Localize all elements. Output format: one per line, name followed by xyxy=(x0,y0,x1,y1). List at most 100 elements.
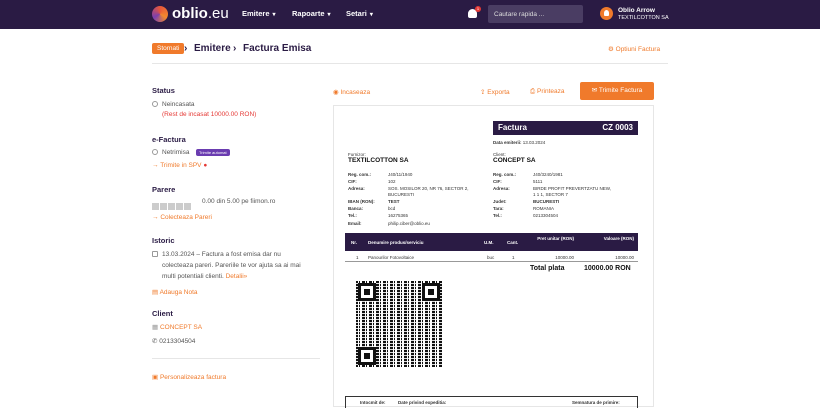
collect-reviews-link[interactable]: → Colecteaza Pareri xyxy=(152,214,212,221)
field-label: Tel.: xyxy=(348,213,357,218)
arrow-right-icon: → xyxy=(152,162,161,169)
email-icon: ✉ xyxy=(591,87,599,94)
client-name-link[interactable]: ▦ CONCEPT SA xyxy=(152,323,202,331)
field-value: BIRDE PROFIT PREVERTZATU NEW, xyxy=(533,186,612,191)
export-button[interactable]: ⇪ Exporta xyxy=(480,88,510,96)
chevron-down-icon: ▾ xyxy=(272,12,276,18)
notification-badge: 1 xyxy=(475,6,481,12)
table-cell: Panourilor Fotovoltaice xyxy=(368,255,415,260)
menu-setari[interactable]: Setari ▾ xyxy=(346,9,373,18)
supplier-name: TEXTILCOTTON SA xyxy=(348,157,409,164)
star-icon xyxy=(152,203,159,210)
efactura-title: e-Factura xyxy=(152,135,186,144)
column-header: Nr. xyxy=(351,240,358,245)
send-spv-link[interactable]: → Trimite in SPV ● xyxy=(152,162,207,169)
incaseaza-button[interactable]: ◉ Incaseaza xyxy=(333,88,370,96)
field-label: Email: xyxy=(348,221,362,226)
add-note-link[interactable]: ▤ Adauga Nota xyxy=(152,288,198,296)
logo[interactable]: oblio.eu xyxy=(172,5,229,22)
history-line-3: multi potentiali clienti. Detalii» xyxy=(162,273,248,280)
back-button[interactable]: Stornati xyxy=(152,43,185,54)
client-title: Client xyxy=(152,309,173,318)
invoice-header: Factura CZ 0003 xyxy=(493,121,638,135)
field-value: J40/11/1940 xyxy=(388,172,413,177)
field-label: Banca: xyxy=(348,206,364,211)
footer-shipping: Date privind expeditia: xyxy=(398,400,447,405)
personalize-invoice-link[interactable]: ▣ Personalizeaza factura xyxy=(152,373,226,381)
breadcrumb-emitere[interactable]: Emitere xyxy=(194,43,231,54)
print-icon: ⎙ xyxy=(530,88,538,95)
field-value: ROMANIA xyxy=(533,206,555,211)
top-navbar xyxy=(0,0,820,29)
table-cell: 10000.00 xyxy=(615,255,634,260)
column-header: Cant. xyxy=(507,240,519,245)
note-icon: ▤ xyxy=(152,289,160,296)
table-divider xyxy=(345,261,638,262)
field-value: 102 xyxy=(388,179,396,184)
total-label: Total plata xyxy=(530,265,565,272)
search-input[interactable] xyxy=(488,5,583,23)
invoice-options-link[interactable]: ⚙ Optiuni Factura xyxy=(608,45,660,53)
istoric-title: Istoric xyxy=(152,236,175,245)
field-label: Adresa: xyxy=(493,186,510,191)
column-header: Valoare (RON) xyxy=(603,236,634,241)
history-line-1: 13.03.2024 – Factura a fost emisa dar nu xyxy=(162,251,281,258)
details-link[interactable]: Detalii» xyxy=(226,273,248,280)
field-label: Reg. com.: xyxy=(348,172,372,177)
field-value: 16275365 xyxy=(388,213,409,218)
breadcrumb-separator: › xyxy=(184,43,188,54)
client-name: CONCEPT SA xyxy=(493,157,536,164)
qr-code xyxy=(356,281,442,367)
menu-rapoarte[interactable]: Rapoarte ▾ xyxy=(292,9,331,18)
star-icon xyxy=(176,203,183,210)
footer-issued-by: Intocmit de: xyxy=(360,400,386,405)
table-cell: buc xyxy=(487,255,495,260)
parere-title: Parere xyxy=(152,185,176,194)
star-icon xyxy=(160,203,167,210)
invoice-date: Data emiterii: 13.03.2024 xyxy=(493,140,546,145)
rating-stars xyxy=(152,197,192,215)
user-name[interactable]: Oblio Arrow xyxy=(618,7,655,14)
document-icon xyxy=(152,251,158,257)
total-value: 10000.00 RON xyxy=(584,265,631,272)
menu-emitere[interactable]: Emitere ▾ xyxy=(242,9,276,18)
print-button[interactable]: ⎙ Printeaza xyxy=(530,88,564,96)
status-title: Status xyxy=(152,86,175,95)
info-icon xyxy=(152,149,158,155)
status-remaining: (Rest de incasat 10000.00 RON) xyxy=(162,111,257,118)
field-label: Reg. com.: xyxy=(493,172,517,177)
qr-finder xyxy=(422,283,440,301)
history-line-2: colecteaza pareri. Pareriile te vor ajut… xyxy=(162,262,301,269)
auto-send-badge: Trimite automat xyxy=(196,149,230,156)
building-icon: ▦ xyxy=(152,324,160,331)
edit-icon: ▣ xyxy=(152,374,160,381)
help-icon: ● xyxy=(203,162,208,169)
divider xyxy=(152,63,668,64)
client-phone: ✆ 0213304504 xyxy=(152,338,196,345)
send-invoice-button[interactable]: ✉ Trimite Factura xyxy=(580,82,654,100)
chevron-down-icon: ▾ xyxy=(369,12,373,18)
footer-signature: Semnatura de primire: xyxy=(572,400,620,405)
field-value: 5111 xyxy=(533,179,543,184)
field-label: Judet: xyxy=(493,199,507,204)
table-cell: 1 xyxy=(512,255,515,260)
star-icon xyxy=(168,203,175,210)
breadcrumb-separator: › xyxy=(233,43,237,54)
info-icon xyxy=(152,101,158,107)
user-company: TEXTILCOTTON SA xyxy=(618,15,669,21)
table-cell: 1 xyxy=(356,255,359,260)
field-value: BUCURESTI xyxy=(388,192,415,197)
efactura-status: Netrimisa xyxy=(162,149,190,156)
logo-icon[interactable] xyxy=(152,6,168,22)
divider xyxy=(152,358,320,359)
field-label: Tel.: xyxy=(493,213,502,218)
field-label: CIF: xyxy=(348,179,357,184)
column-header: Denumire produs/serviciu xyxy=(368,240,424,245)
field-value: TEST xyxy=(388,199,400,204)
field-label: IBAN (RON): xyxy=(348,199,375,204)
gear-icon: ⚙ xyxy=(608,46,616,53)
chevron-down-icon: ▾ xyxy=(327,12,331,18)
user-avatar-icon[interactable] xyxy=(600,7,613,20)
column-header: U.M. xyxy=(484,240,494,245)
qr-finder xyxy=(358,347,376,365)
